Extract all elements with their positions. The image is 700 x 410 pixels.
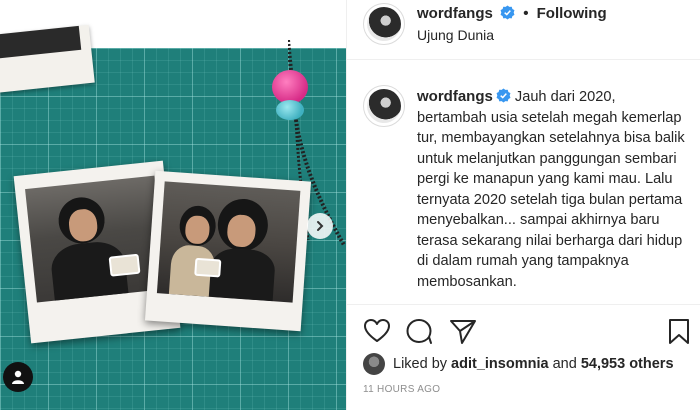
caption: wordfangs Jauh dari 2020, bertambah usia… — [417, 87, 687, 292]
person-tag-icon — [12, 370, 24, 384]
paper-plane-icon[interactable] — [449, 317, 477, 345]
caption-username[interactable]: wordfangs — [417, 88, 493, 105]
avatar[interactable] — [363, 3, 405, 45]
post-timestamp[interactable]: 11 HOURS AGO — [363, 384, 440, 395]
carousel-next-button[interactable] — [307, 213, 333, 239]
polaroid-photo-2 — [144, 170, 312, 332]
post-media[interactable] — [0, 0, 346, 410]
polaroid-corner — [0, 24, 95, 94]
liked-by-and: and — [552, 356, 577, 372]
likes-summary: Liked by adit_insomnia and 54,953 others — [363, 352, 674, 376]
caption-text: Jauh dari 2020, bertambah usia setelah m… — [417, 89, 685, 290]
likes-count-link[interactable]: 54,953 others — [581, 356, 674, 372]
blue-bead — [276, 100, 304, 120]
post-details-panel: wordfangs • Following Ujung Dunia wordfa… — [346, 0, 700, 410]
separator-dot: • — [523, 5, 529, 22]
liked-by-user[interactable]: adit_insomnia — [451, 356, 549, 372]
avatar[interactable] — [363, 353, 385, 375]
following-button[interactable]: Following — [537, 5, 607, 22]
action-bar — [347, 304, 700, 348]
chevron-right-icon — [317, 221, 324, 231]
heart-icon[interactable] — [363, 317, 391, 345]
verified-badge-icon — [496, 88, 511, 103]
tagged-people-button[interactable] — [3, 362, 33, 392]
liked-by-prefix: Liked by — [393, 356, 448, 372]
location-link[interactable]: Ujung Dunia — [417, 27, 494, 43]
header-user-line: wordfangs • Following — [417, 5, 607, 22]
caption-area: wordfangs Jauh dari 2020, bertambah usia… — [347, 61, 700, 303]
comment-bubble-icon[interactable] — [405, 317, 433, 345]
bookmark-icon[interactable] — [665, 317, 693, 345]
pink-bead — [272, 70, 308, 104]
verified-badge-icon — [500, 5, 515, 20]
header-username[interactable]: wordfangs — [417, 5, 493, 22]
post-header: wordfangs • Following Ujung Dunia — [347, 0, 700, 60]
caption-avatar[interactable] — [363, 85, 405, 127]
